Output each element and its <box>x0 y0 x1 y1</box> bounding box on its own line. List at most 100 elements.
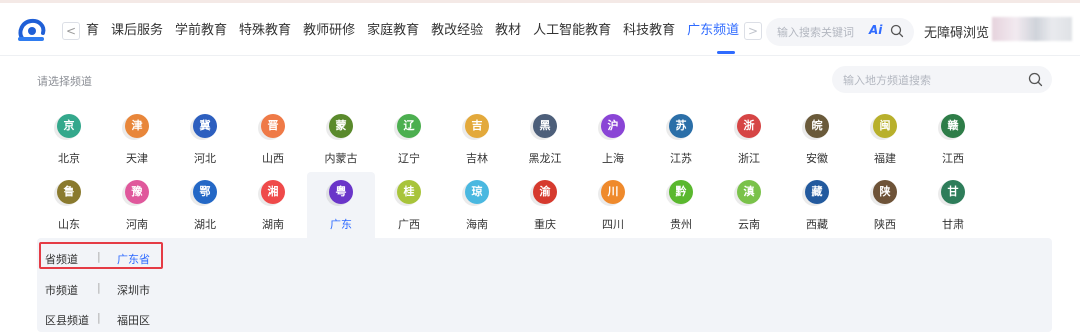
nav-item-ai-education[interactable]: 人工智能教育 <box>533 21 611 43</box>
province-item[interactable]: 渝重庆 <box>511 172 579 238</box>
search-icon[interactable] <box>890 24 904 38</box>
province-badge-icon: 桂 <box>394 180 421 206</box>
city-channel-link[interactable]: 深圳市 <box>117 282 150 298</box>
province-item[interactable]: 粤广东 <box>307 172 375 238</box>
province-item[interactable]: 湘湖南 <box>239 172 307 238</box>
level-separator: | <box>97 281 101 294</box>
province-name: 安徽 <box>806 152 828 165</box>
category-nav: 育 课后服务 学前教育 特殊教育 教师研修 家庭教育 教改经验 教材 人工智能教… <box>86 21 765 54</box>
province-badge-icon: 川 <box>598 180 625 206</box>
province-badge-icon: 黔 <box>666 180 693 206</box>
province-row: 京北京津天津冀河北晋山西蒙内蒙古辽辽宁吉吉林黑黑龙江沪上海苏江苏浙浙江皖安徽闽福… <box>35 106 1035 172</box>
province-badge-icon: 辽 <box>394 114 421 140</box>
province-badge-icon: 津 <box>122 114 149 140</box>
province-badge-icon: 沪 <box>598 114 625 140</box>
nav-item-guangdong-channel[interactable]: 广东频道^ <box>687 21 753 54</box>
province-badge-icon: 渝 <box>530 180 557 206</box>
province-name: 陕西 <box>874 218 896 231</box>
province-row: 鲁山东豫河南鄂湖北湘湖南粤广东桂广西琼海南渝重庆川四川黔贵州滇云南藏西藏陕陕西甘… <box>35 172 1035 238</box>
province-badge-icon: 浙 <box>734 114 761 140</box>
province-badge-icon: 滇 <box>734 180 761 206</box>
channel-level-panel: 省频道 | 广东省 市频道 | 深圳市 区县频道 | 福田区 <box>37 238 1052 332</box>
region-search-placeholder: 输入地方频道搜索 <box>843 74 931 87</box>
user-avatar[interactable] <box>992 17 1072 41</box>
province-badge-icon: 豫 <box>122 180 149 206</box>
province-badge-icon: 琼 <box>462 180 489 206</box>
province-item[interactable]: 苏江苏 <box>647 106 715 172</box>
province-item[interactable]: 桂广西 <box>375 172 443 238</box>
province-name: 贵州 <box>670 218 692 231</box>
nav-item-textbooks[interactable]: 教材 <box>495 21 521 43</box>
province-badge-icon: 冀 <box>190 114 217 140</box>
province-name: 广东 <box>330 218 352 231</box>
province-name: 湖南 <box>262 218 284 231</box>
district-channel-label: 区县频道 <box>45 314 89 327</box>
province-channel-link[interactable]: 广东省 <box>117 251 150 267</box>
nav-item-after-school[interactable]: 课后服务 <box>111 21 163 43</box>
province-item[interactable]: 赣江西 <box>919 106 987 172</box>
province-badge-icon: 皖 <box>802 114 829 140</box>
search-icon[interactable] <box>1028 72 1043 87</box>
province-badge-icon: 蒙 <box>326 114 353 140</box>
province-item[interactable]: 甘甘肃 <box>919 172 987 238</box>
province-name: 辽宁 <box>398 152 420 165</box>
province-badge-icon: 粤 <box>326 180 353 206</box>
province-item[interactable]: 吉吉林 <box>443 106 511 172</box>
province-item[interactable]: 滇云南 <box>715 172 783 238</box>
province-item[interactable]: 豫河南 <box>103 172 171 238</box>
nav-item-special-education[interactable]: 特殊教育 <box>239 21 291 43</box>
province-badge-icon: 藏 <box>802 180 829 206</box>
site-logo-icon[interactable] <box>16 18 48 44</box>
province-item[interactable]: 京北京 <box>35 106 103 172</box>
province-channel-label: 省频道 <box>45 253 78 266</box>
province-item[interactable]: 沪上海 <box>579 106 647 172</box>
ai-search-icon[interactable]: Ai <box>869 23 882 37</box>
nav-next-button[interactable]: > <box>744 22 762 40</box>
province-name: 广西 <box>398 218 420 231</box>
province-badge-icon: 晋 <box>258 114 285 140</box>
province-badge-icon: 甘 <box>938 180 965 206</box>
province-name: 湖北 <box>194 218 216 231</box>
province-item[interactable]: 黑黑龙江 <box>511 106 579 172</box>
level-separator: | <box>97 250 101 263</box>
province-item[interactable]: 鄂湖北 <box>171 172 239 238</box>
province-item[interactable]: 津天津 <box>103 106 171 172</box>
province-item[interactable]: 琼海南 <box>443 172 511 238</box>
province-item[interactable]: 鲁山东 <box>35 172 103 238</box>
province-item[interactable]: 辽辽宁 <box>375 106 443 172</box>
province-item[interactable]: 川四川 <box>579 172 647 238</box>
province-name: 西藏 <box>806 218 828 231</box>
province-name: 内蒙古 <box>324 152 358 165</box>
nav-item-tech-education[interactable]: 科技教育 <box>623 21 675 43</box>
nav-item-family-education[interactable]: 家庭教育 <box>367 21 419 43</box>
top-navigation-bar: < 育 课后服务 学前教育 特殊教育 教师研修 家庭教育 教改经验 教材 人工智… <box>0 0 1080 56</box>
header-divider <box>0 55 1080 56</box>
province-channel-row: 省频道 | 广东省 <box>37 243 317 273</box>
province-item[interactable]: 陕陕西 <box>851 172 919 238</box>
nav-item-yu[interactable]: 育 <box>86 21 99 43</box>
province-badge-icon: 京 <box>54 114 81 140</box>
province-item[interactable]: 蒙内蒙古 <box>307 106 375 172</box>
province-item[interactable]: 冀河北 <box>171 106 239 172</box>
province-item[interactable]: 晋山西 <box>239 106 307 172</box>
site-search-input[interactable]: 输入搜索关键词 Ai <box>766 18 914 46</box>
nav-prev-button[interactable]: < <box>62 22 80 40</box>
province-name: 江苏 <box>670 152 692 165</box>
city-channel-label: 市频道 <box>45 284 78 297</box>
province-item[interactable]: 浙浙江 <box>715 106 783 172</box>
province-item[interactable]: 闽福建 <box>851 106 919 172</box>
province-name: 河南 <box>126 218 148 231</box>
region-search-input[interactable]: 输入地方频道搜索 <box>832 66 1052 93</box>
district-channel-link[interactable]: 福田区 <box>117 312 150 328</box>
accessibility-link[interactable]: 无障碍浏览 <box>924 22 989 41</box>
province-badge-icon: 鲁 <box>54 180 81 206</box>
province-item[interactable]: 皖安徽 <box>783 106 851 172</box>
province-badge-icon: 赣 <box>938 114 965 140</box>
province-badge-icon: 苏 <box>666 114 693 140</box>
province-item[interactable]: 黔贵州 <box>647 172 715 238</box>
nav-item-preschool[interactable]: 学前教育 <box>175 21 227 43</box>
district-channel-row: 区县频道 | 福田区 <box>37 304 317 334</box>
province-item[interactable]: 藏西藏 <box>783 172 851 238</box>
nav-item-reform-experience[interactable]: 教改经验 <box>431 21 483 43</box>
nav-item-teacher-training[interactable]: 教师研修 <box>303 21 355 43</box>
